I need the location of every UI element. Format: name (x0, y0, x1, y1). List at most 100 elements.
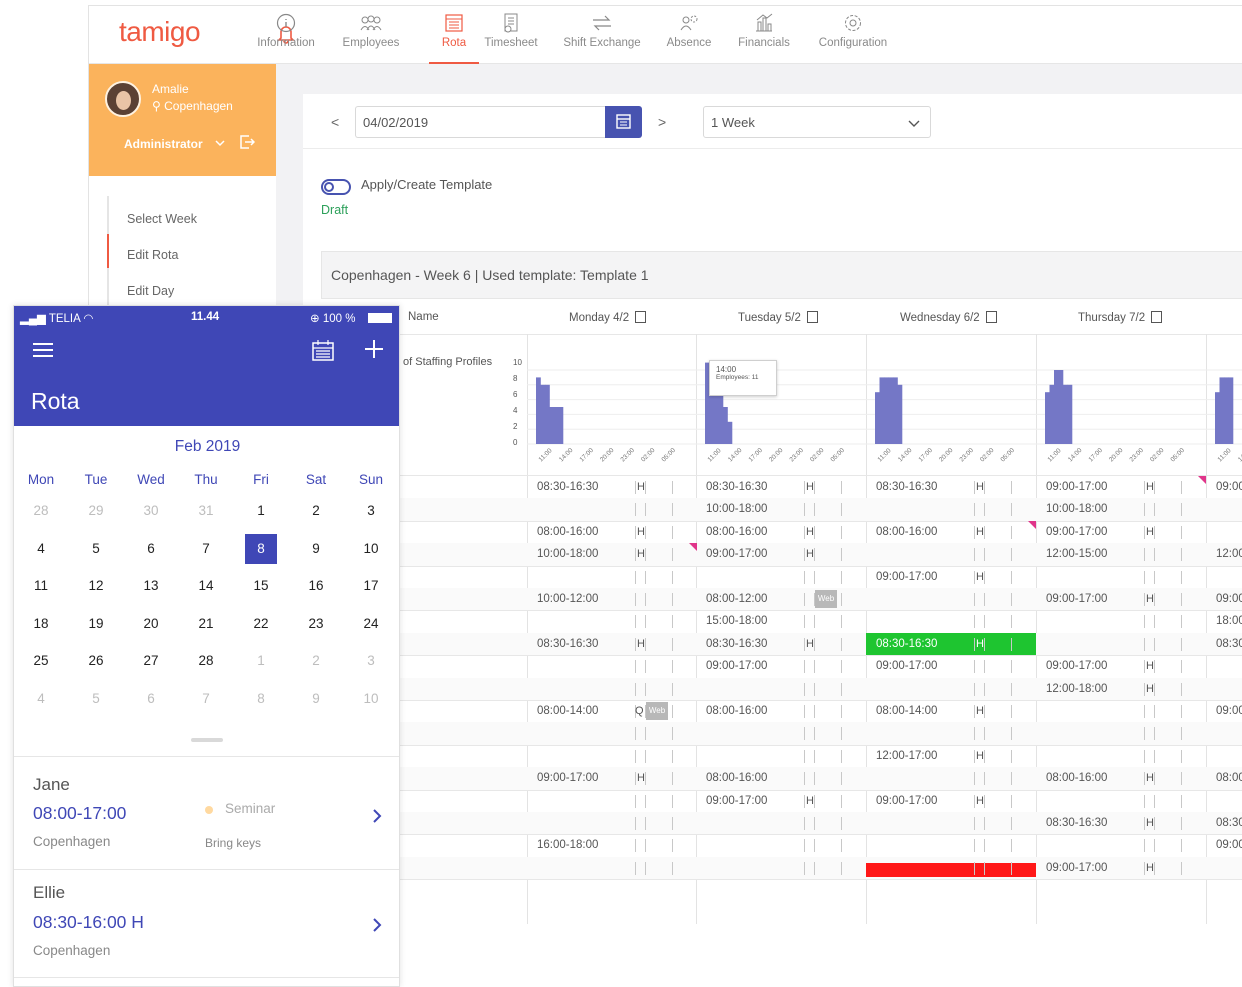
profile-bar[interactable] (540, 384, 546, 444)
chevron-right-icon[interactable] (371, 808, 383, 824)
calendar-day[interactable]: 26 (80, 646, 112, 676)
calendar-day[interactable]: 28 (25, 496, 57, 526)
shift-time[interactable]: 08:30-16:30 (706, 481, 767, 493)
calendar-day[interactable]: 4 (25, 684, 57, 714)
period-select[interactable]: 1 Week (703, 106, 931, 138)
calendar-day[interactable]: 23 (300, 609, 332, 639)
profile-bar[interactable] (893, 377, 898, 444)
calendar-day[interactable]: 2 (300, 496, 332, 526)
nav-information[interactable]: Information (254, 12, 318, 64)
comment-marker[interactable] (1198, 476, 1206, 484)
shift-time[interactable]: 09:00-17:00 (876, 660, 937, 672)
calendar-day[interactable]: 12 (80, 571, 112, 601)
shift-time[interactable]: 12:00-18:00 (1046, 683, 1107, 695)
profile-bar[interactable] (1045, 392, 1050, 444)
calendar-day[interactable]: 19 (80, 609, 112, 639)
shift-time[interactable]: 09:00-17:00 (537, 772, 598, 784)
calendar-day[interactable]: 10 (355, 684, 387, 714)
shift-time[interactable]: 08:00-14:00 (537, 705, 598, 717)
comment-marker[interactable] (1028, 520, 1036, 529)
calendar-day[interactable]: 7 (190, 534, 222, 564)
calendar-day[interactable]: 20 (135, 609, 167, 639)
shift-time[interactable]: 08:00-14:00 (876, 705, 937, 717)
shift-time[interactable]: 08:30 (1216, 817, 1242, 829)
calendar-day[interactable]: 16 (300, 571, 332, 601)
shift-time[interactable]: 09:00-17:00 (1046, 660, 1107, 672)
entry-time[interactable]: 08:30-16:00 H (33, 912, 144, 933)
hamburger-menu-icon[interactable] (32, 341, 54, 359)
calendar-day[interactable]: 15 (245, 571, 277, 601)
shift-time[interactable]: 08:00-16:00 (537, 526, 598, 538)
calendar-day[interactable]: 13 (135, 571, 167, 601)
profile-bar[interactable] (1228, 377, 1234, 444)
menu-item-edit-day[interactable]: Edit Day (127, 284, 174, 298)
profile-bar[interactable] (549, 407, 555, 444)
calendar-day[interactable]: 14 (190, 571, 222, 601)
shift-time[interactable]: 09:00-17:00 (1046, 481, 1107, 493)
shift-time[interactable]: 08:00-16:00 (706, 526, 767, 538)
calendar-day[interactable]: 17 (355, 571, 387, 601)
shift-time[interactable]: 10:00-18:00 (1046, 503, 1107, 515)
note-icon[interactable] (985, 311, 997, 323)
profile-bar[interactable] (727, 421, 733, 444)
nav-configuration[interactable]: Configuration (815, 12, 891, 64)
shift-time[interactable]: 08:30-16:30 (706, 638, 767, 650)
calendar-day[interactable]: 6 (135, 684, 167, 714)
profile-bar[interactable] (1063, 384, 1068, 444)
tamigo-logo[interactable]: tamigo (119, 16, 201, 48)
drag-handle[interactable] (191, 738, 223, 742)
comment-marker[interactable] (689, 543, 697, 552)
shift-time[interactable]: 12:00-17:00 (876, 750, 937, 762)
shift-time[interactable]: 09:00 (1216, 593, 1242, 605)
note-icon[interactable] (1151, 311, 1163, 323)
day-header[interactable]: Monday 4/2 (569, 311, 647, 324)
nav-absence[interactable]: Absence (666, 12, 712, 64)
menu-item-edit-rota[interactable]: Edit Rota (127, 248, 178, 262)
shift-time[interactable]: 08:30-16:30 (876, 481, 937, 493)
add-icon[interactable] (364, 339, 384, 359)
calendar-day[interactable]: 18 (25, 609, 57, 639)
profile-bar[interactable] (723, 407, 728, 444)
calendar-day[interactable]: 2 (300, 646, 332, 676)
profile-bar[interactable] (1219, 377, 1225, 444)
calendar-day[interactable]: 29 (80, 496, 112, 526)
note-icon[interactable] (806, 311, 818, 323)
calendar-day[interactable]: 3 (355, 646, 387, 676)
note-icon[interactable] (635, 311, 647, 323)
shift-time[interactable]: 18:00 (1216, 615, 1242, 627)
avatar[interactable] (105, 81, 141, 117)
calendar-day[interactable]: 3 (355, 496, 387, 526)
profile-bar[interactable] (1215, 392, 1220, 444)
shift-time[interactable]: 09:00-17:00 (706, 548, 767, 560)
shift-time[interactable]: 08:00-16:00 (706, 705, 767, 717)
shift-time[interactable]: 08:00-12:00 (706, 593, 767, 605)
date-input[interactable] (355, 106, 607, 138)
shift-time[interactable]: 09:00 (1216, 481, 1242, 493)
shift-time[interactable]: 10:00-18:00 (537, 548, 598, 560)
shift-time[interactable]: 09:00-17:00 (1046, 593, 1107, 605)
nav-shift-exchange[interactable]: Shift Exchange (561, 12, 643, 64)
nav-financials[interactable]: Financials (736, 12, 792, 64)
profile-bar[interactable] (879, 377, 885, 444)
profile-bar[interactable] (554, 407, 559, 444)
logout-icon[interactable] (239, 134, 255, 150)
profile-bar[interactable] (1049, 384, 1055, 444)
calendar-day[interactable]: 25 (25, 646, 57, 676)
calendar-day[interactable]: 22 (245, 609, 277, 639)
calendar-day[interactable]: 1 (245, 646, 277, 676)
calendar-day[interactable]: 24 (355, 609, 387, 639)
profile-bar[interactable] (558, 407, 564, 444)
calendar-day[interactable]: 11 (25, 571, 57, 601)
shift-time[interactable]: 08:00 (1216, 772, 1242, 784)
previous-week-button[interactable]: < (331, 114, 339, 130)
profile-bar[interactable] (1224, 377, 1229, 444)
shift-time[interactable]: 09:00 (1216, 705, 1242, 717)
shift-time[interactable]: 09:00-17:00 (706, 795, 767, 807)
calendar-day[interactable]: 30 (135, 496, 167, 526)
day-header[interactable]: Wednesday 6/2 (900, 311, 997, 324)
shift-time[interactable]: 15:00-18:00 (706, 615, 767, 627)
profile-bar[interactable] (897, 384, 903, 444)
shift-time[interactable]: 09:00 (1216, 839, 1242, 851)
shift-time[interactable]: 08:30-16:30 (1046, 817, 1107, 829)
calendar-button[interactable] (605, 106, 642, 138)
